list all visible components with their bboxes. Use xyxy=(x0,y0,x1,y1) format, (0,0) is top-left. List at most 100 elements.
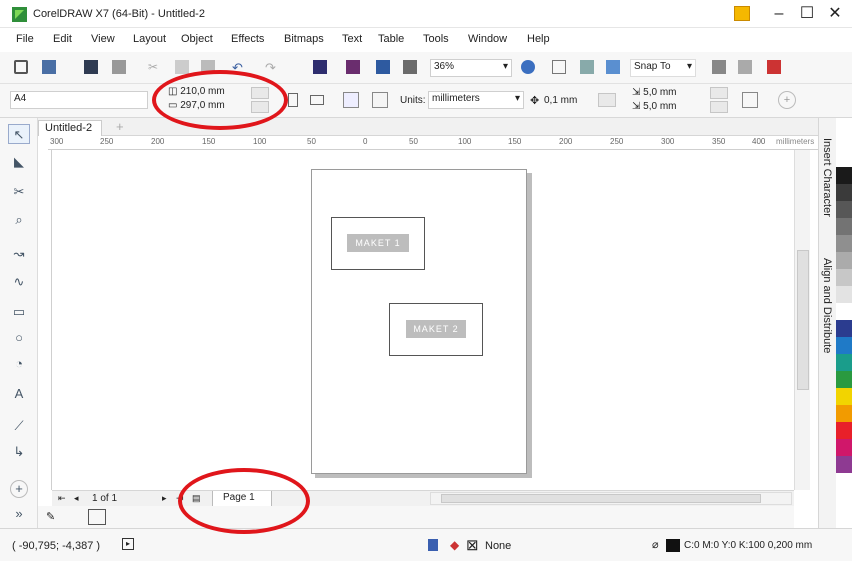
palette-swatch[interactable] xyxy=(836,303,852,320)
palette-swatch[interactable] xyxy=(836,456,852,473)
customize-toolbox-icon[interactable]: + xyxy=(10,480,28,498)
landscape-icon[interactable] xyxy=(310,95,324,105)
menu-file[interactable]: File xyxy=(16,33,34,45)
insert-character-docker-tab[interactable]: Insert Character xyxy=(821,138,833,217)
menu-layout[interactable]: Layout xyxy=(133,33,166,45)
show-guidelines-icon[interactable] xyxy=(606,60,620,74)
document-page[interactable]: MAKET 1 MAKET 2 xyxy=(311,169,527,474)
palette-swatch[interactable] xyxy=(836,167,852,184)
menu-help[interactable]: Help xyxy=(527,33,550,45)
vertical-scroll-thumb[interactable] xyxy=(797,250,809,390)
menu-table[interactable]: Table xyxy=(378,33,404,45)
coreldraw-connect-icon[interactable] xyxy=(734,6,750,21)
palette-swatch[interactable] xyxy=(836,337,852,354)
horizontal-ruler[interactable]: 300 250 200 150 100 50 0 50 100 150 200 … xyxy=(48,136,818,150)
palette-swatch[interactable] xyxy=(836,439,852,456)
redo-icon[interactable]: ↷ xyxy=(265,60,279,75)
palette-swatch[interactable] xyxy=(836,218,852,235)
crop-tool-icon[interactable]: ✂ xyxy=(8,182,30,202)
menu-text[interactable]: Text xyxy=(342,33,362,45)
menu-bitmaps[interactable]: Bitmaps xyxy=(284,33,324,45)
artistic-media-tool-icon[interactable]: ∿ xyxy=(8,272,30,292)
current-page-icon[interactable] xyxy=(372,92,388,108)
new-document-icon[interactable] xyxy=(14,60,28,74)
units-select[interactable]: millimeters ▾ xyxy=(428,91,524,109)
duplicate-x-spinner[interactable] xyxy=(710,87,728,99)
all-pages-icon[interactable] xyxy=(343,92,359,108)
horizontal-scrollbar[interactable] xyxy=(430,492,792,505)
next-page-icon[interactable]: ▸ xyxy=(162,493,167,504)
options-icon[interactable] xyxy=(712,60,726,74)
palette-swatch[interactable] xyxy=(836,422,852,439)
full-screen-icon[interactable] xyxy=(521,60,535,74)
maket-1-frame[interactable]: MAKET 1 xyxy=(331,217,425,270)
freehand-tool-icon[interactable]: ↝ xyxy=(8,244,30,264)
first-page-icon[interactable]: ⇤ xyxy=(58,493,66,504)
treat-as-filled-icon[interactable] xyxy=(742,92,758,108)
duplicate-y-field[interactable]: ⇲ 5,0 mm xyxy=(632,101,677,112)
snap-to-dropdown[interactable]: Snap To ▾ xyxy=(630,59,696,77)
zoom-level-field[interactable]: 36% ▾ xyxy=(430,59,512,77)
pick-tool-icon[interactable]: ↖ xyxy=(8,124,30,144)
palette-swatch[interactable] xyxy=(836,371,852,388)
save-workspace-icon[interactable] xyxy=(767,60,781,74)
document-tab[interactable]: Untitled-2 xyxy=(38,120,102,136)
show-grid-icon[interactable] xyxy=(580,60,594,74)
export-icon[interactable] xyxy=(346,60,360,74)
outline-color-swatch[interactable] xyxy=(666,539,680,552)
ellipse-tool-icon[interactable]: ○ xyxy=(8,328,30,348)
close-button[interactable]: ✕ xyxy=(822,4,848,24)
toolbox-expand-icon[interactable]: » xyxy=(8,504,30,524)
vertical-ruler[interactable] xyxy=(38,150,52,490)
maximize-button[interactable]: ☐ xyxy=(794,4,820,24)
palette-swatch[interactable] xyxy=(836,150,852,167)
no-fill-swatch[interactable] xyxy=(88,509,106,525)
portrait-icon[interactable] xyxy=(288,93,298,107)
palette-swatch[interactable] xyxy=(836,235,852,252)
new-tab-button[interactable]: + xyxy=(116,119,124,134)
menu-effects[interactable]: Effects xyxy=(231,33,264,45)
menu-object[interactable]: Object xyxy=(181,33,213,45)
palette-swatch[interactable] xyxy=(836,405,852,422)
show-rulers-icon[interactable] xyxy=(552,60,566,74)
shape-tool-icon[interactable]: ◣ xyxy=(8,152,30,172)
nudge-distance-value[interactable]: 0,1 mm xyxy=(544,95,577,106)
print-icon[interactable] xyxy=(112,60,126,74)
vertical-scrollbar[interactable] xyxy=(794,150,810,490)
palette-swatch[interactable] xyxy=(836,286,852,303)
dimension-tool-icon[interactable]: ⟋ xyxy=(8,416,30,436)
add-icon[interactable]: + xyxy=(778,91,796,109)
polygon-tool-icon[interactable]: ◔ xyxy=(8,354,30,374)
palette-swatch[interactable] xyxy=(836,354,852,371)
menu-tools[interactable]: Tools xyxy=(423,33,449,45)
copy-icon[interactable] xyxy=(175,60,189,74)
rectangle-tool-icon[interactable]: ▭ xyxy=(8,302,30,322)
palette-swatch[interactable] xyxy=(836,473,852,490)
cut-icon[interactable]: ✂ xyxy=(148,60,162,74)
align-distribute-docker-tab[interactable]: Align and Distribute xyxy=(821,258,833,353)
prev-page-icon[interactable]: ◂ xyxy=(74,493,79,504)
status-expand-icon[interactable]: ▸ xyxy=(122,538,134,550)
menu-window[interactable]: Window xyxy=(468,33,507,45)
import-icon[interactable] xyxy=(313,60,327,74)
connector-tool-icon[interactable]: ↳ xyxy=(8,442,30,462)
palette-swatch[interactable] xyxy=(836,252,852,269)
eyedropper-icon[interactable]: ✎ xyxy=(46,510,55,523)
duplicate-x-field[interactable]: ⇲ 5,0 mm xyxy=(632,87,677,98)
minimize-button[interactable]: – xyxy=(766,4,792,24)
open-icon[interactable] xyxy=(42,60,56,74)
duplicate-y-spinner[interactable] xyxy=(710,101,728,113)
publish-pdf-icon[interactable] xyxy=(376,60,390,74)
nudge-spinner[interactable] xyxy=(598,93,616,107)
zoom-tool-icon[interactable]: ⌕ xyxy=(8,210,30,230)
palette-swatch[interactable] xyxy=(836,184,852,201)
palette-swatch[interactable] xyxy=(836,201,852,218)
text-tool-icon[interactable]: A xyxy=(8,384,30,404)
save-icon[interactable] xyxy=(84,60,98,74)
app-launcher-icon[interactable] xyxy=(738,60,752,74)
horizontal-scroll-thumb[interactable] xyxy=(441,494,761,503)
palette-swatch[interactable] xyxy=(836,388,852,405)
maket-2-frame[interactable]: MAKET 2 xyxy=(389,303,483,356)
palette-swatch[interactable] xyxy=(836,320,852,337)
menu-view[interactable]: View xyxy=(91,33,115,45)
